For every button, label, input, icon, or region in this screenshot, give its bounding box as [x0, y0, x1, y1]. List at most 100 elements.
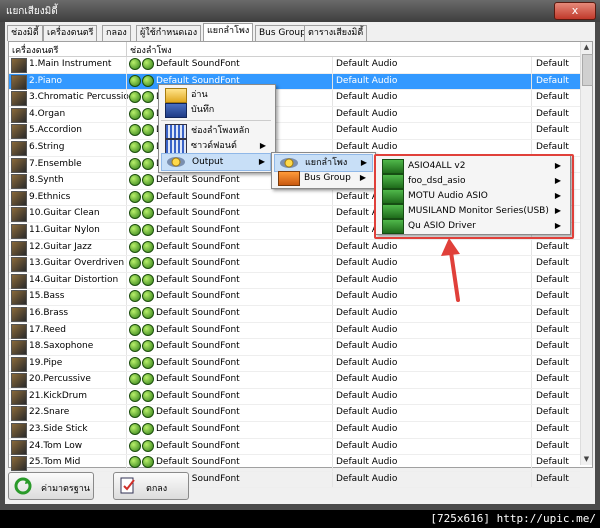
- table-row[interactable]: 23.Side Stick Default SoundFont Default Au…: [9, 422, 580, 439]
- table-row[interactable]: 21.KickDrum Default SoundFont Default Audi…: [9, 388, 580, 406]
- speaker-leds[interactable]: [129, 423, 155, 438]
- table-row[interactable]: 14.Guitar Distortion Default SoundFont Def…: [9, 272, 580, 290]
- menu-item-save[interactable]: บันทึก: [161, 102, 271, 118]
- scroll-up-icon[interactable]: ▲: [582, 43, 591, 52]
- speaker-leds[interactable]: [129, 356, 155, 372]
- ok-button-label: ตกลง: [146, 484, 168, 494]
- speaker-leds[interactable]: [129, 91, 155, 106]
- instrument-icon: [11, 140, 27, 156]
- instrument-icon: [11, 340, 27, 356]
- led-icon: [142, 456, 154, 469]
- default-cell: Default: [536, 424, 569, 435]
- instrument-name: 22.Snare: [29, 407, 70, 418]
- vertical-scrollbar[interactable]: ▲ ▼: [580, 42, 593, 465]
- tab-instruments[interactable]: เครื่องดนตรี: [43, 25, 98, 41]
- table-row[interactable]: 15.Bass Default SoundFont Default Audio Def…: [9, 289, 580, 306]
- speaker-leds[interactable]: [129, 58, 155, 73]
- default-cell: Default: [536, 291, 569, 302]
- chevron-right-icon: ▶: [359, 173, 366, 182]
- table-row[interactable]: 19.Pipe Default SoundFont Default Audio Def…: [9, 355, 580, 373]
- instrument-name: 25.Tom Mid: [29, 457, 81, 468]
- led-icon: [142, 124, 154, 137]
- soundfont-cell: Default SoundFont: [156, 224, 240, 235]
- table-row[interactable]: 5.AccordionDefault SoundFontDefault Audi…: [9, 123, 580, 140]
- table-row[interactable]: 13.Guitar Overdriven Default SoundFont Def…: [9, 256, 580, 273]
- header-speaker-channel[interactable]: ช่องลำโพง: [130, 43, 172, 57]
- speaker-leds[interactable]: [129, 257, 155, 272]
- table-row[interactable]: 12.Guitar Jazz Default SoundFont Default A…: [9, 239, 580, 257]
- soundfont-cell: Default SoundFont: [156, 374, 240, 385]
- close-button[interactable]: x: [554, 2, 596, 20]
- speaker-leds[interactable]: [129, 290, 155, 305]
- led-icon: [142, 273, 154, 286]
- speaker-leds[interactable]: [129, 306, 155, 322]
- speaker-leds[interactable]: [129, 207, 155, 222]
- speaker-leds[interactable]: [129, 406, 155, 421]
- led-icon: [129, 240, 141, 253]
- ok-button[interactable]: ตกลง: [113, 472, 189, 500]
- table-row[interactable]: 20.Percussive Default SoundFont Default Au…: [9, 372, 580, 389]
- scroll-down-icon[interactable]: ▼: [582, 455, 591, 464]
- menu-item-soundfont[interactable]: ซาวด์ฟอนต์ ▶: [161, 138, 271, 154]
- speaker-leds[interactable]: [129, 140, 155, 156]
- output-gear-icon: [279, 156, 299, 169]
- soundfont-cell: Default SoundFont: [156, 341, 240, 352]
- audio-cell: Default Audio: [336, 125, 398, 136]
- audio-cell: Default Audio: [336, 241, 398, 252]
- default-cell: Default: [536, 125, 569, 136]
- header-instrument[interactable]: เครื่องดนตรี: [12, 43, 58, 57]
- led-icon: [129, 456, 141, 469]
- table-row[interactable]: 18.Saxophone Default SoundFont Default Aud…: [9, 339, 580, 356]
- instrument-name: 1.Main Instrument: [29, 59, 112, 69]
- menu-item-main-speaker[interactable]: ช่องลำโพงหลัก: [161, 123, 271, 139]
- table-row[interactable]: 1.Main Instrument Default SoundFont Defaul…: [9, 57, 580, 74]
- table-row[interactable]: 4.OrganDefault SoundFontDefault AudioDef…: [9, 106, 580, 124]
- title-bar: แยกเสียงมิดี้ x: [0, 0, 600, 22]
- table-row[interactable]: 17.Reed Default SoundFont Default Audio Def…: [9, 322, 580, 340]
- tab-drums[interactable]: กลอง: [102, 25, 131, 41]
- scroll-thumb[interactable]: [582, 54, 593, 86]
- speaker-leds[interactable]: [129, 124, 155, 139]
- table-row[interactable]: 2.Piano Default SoundFont Default Audio Def…: [9, 73, 580, 91]
- tab-bus-group[interactable]: Bus Group: [255, 25, 310, 41]
- menu-item-output[interactable]: Output ▶: [161, 153, 271, 171]
- instrument-name: 17.Reed: [29, 324, 66, 335]
- instrument-icon: [11, 456, 27, 472]
- speaker-leds[interactable]: [129, 157, 155, 173]
- speaker-leds[interactable]: [129, 439, 155, 455]
- speaker-leds[interactable]: [129, 74, 155, 90]
- table-row[interactable]: 3.Chromatic PercussionDefault SoundFontD…: [9, 90, 580, 107]
- defaults-button[interactable]: ค่ามาตรฐาน: [8, 472, 94, 500]
- instrument-icon: [11, 124, 27, 140]
- tab-midi-channel[interactable]: ช่องมิดี้: [7, 25, 43, 41]
- led-icon: [142, 306, 154, 319]
- soundfont-cell: Default SoundFont: [156, 307, 240, 318]
- speaker-leds[interactable]: [129, 456, 155, 471]
- speaker-leds[interactable]: [129, 389, 155, 405]
- menu-divider: [161, 120, 271, 121]
- instrument-name: 21.KickDrum: [29, 390, 87, 401]
- table-row[interactable]: 24.Tom Low Default SoundFont Default Audio…: [9, 438, 580, 456]
- fx-bus-icon: [278, 171, 300, 186]
- tab-midi-table[interactable]: ตารางเสียงมิดี้: [304, 25, 368, 41]
- instrument-icon: [11, 240, 27, 256]
- led-icon: [129, 290, 141, 303]
- speaker-leds[interactable]: [129, 340, 155, 355]
- menu-item-open[interactable]: อ่าน: [161, 87, 271, 103]
- table-row[interactable]: 22.Snare Default SoundFont Default Audio De…: [9, 405, 580, 423]
- speaker-leds[interactable]: [129, 223, 155, 239]
- submenu-item-bus-group[interactable]: Bus Group ▶: [274, 170, 371, 186]
- led-icon: [129, 406, 141, 419]
- speaker-leds[interactable]: [129, 323, 155, 339]
- soundfont-cell: Default SoundFont: [156, 440, 240, 451]
- tab-user-defined[interactable]: ผู้ใช้กำหนดเอง: [136, 25, 202, 41]
- speaker-leds[interactable]: [129, 273, 155, 289]
- speaker-leds[interactable]: [129, 174, 155, 189]
- tab-speaker-split[interactable]: แยกลำโพง: [203, 23, 254, 42]
- speaker-leds[interactable]: [129, 107, 155, 123]
- speaker-leds[interactable]: [129, 190, 155, 206]
- speaker-leds[interactable]: [129, 373, 155, 388]
- speaker-leds[interactable]: [129, 240, 155, 256]
- table-row[interactable]: 16.Brass Default SoundFont Default Audio De…: [9, 305, 580, 323]
- led-icon: [129, 58, 141, 70]
